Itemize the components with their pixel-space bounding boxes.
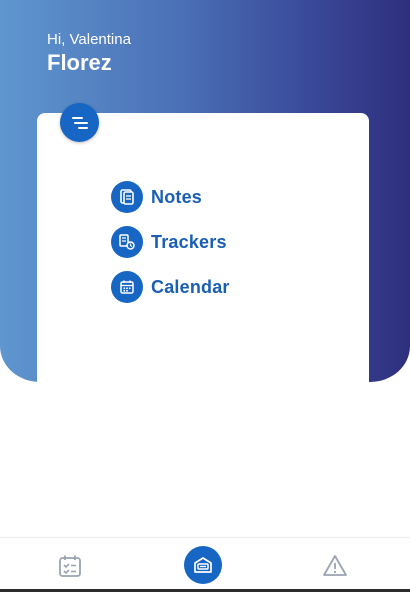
menu-lines-icon <box>71 116 88 129</box>
calendar-icon <box>111 271 143 303</box>
menu-item-label: Trackers <box>151 231 227 252</box>
menu-toggle-button[interactable] <box>60 103 99 142</box>
menu-item-trackers[interactable]: Trackers <box>111 226 227 258</box>
user-name: Florez <box>47 50 112 75</box>
greeting-text: Hi, Valentina <box>47 31 131 48</box>
menu-item-calendar[interactable]: Calendar <box>111 271 230 303</box>
calendar-check-icon <box>59 555 81 577</box>
home-box-icon <box>194 557 212 573</box>
bottom-navigation <box>0 537 410 592</box>
menu-item-label: Calendar <box>151 276 230 297</box>
nav-home-button[interactable] <box>184 546 222 584</box>
warning-icon <box>323 555 347 576</box>
trackers-icon <box>111 226 143 258</box>
nav-alerts-button[interactable] <box>321 552 349 580</box>
nav-tasks-button[interactable] <box>56 552 84 580</box>
menu-item-label: Notes <box>151 186 203 207</box>
menu-item-notes[interactable]: Notes <box>111 181 202 213</box>
notes-icon <box>111 181 143 213</box>
menu-card <box>37 113 369 413</box>
